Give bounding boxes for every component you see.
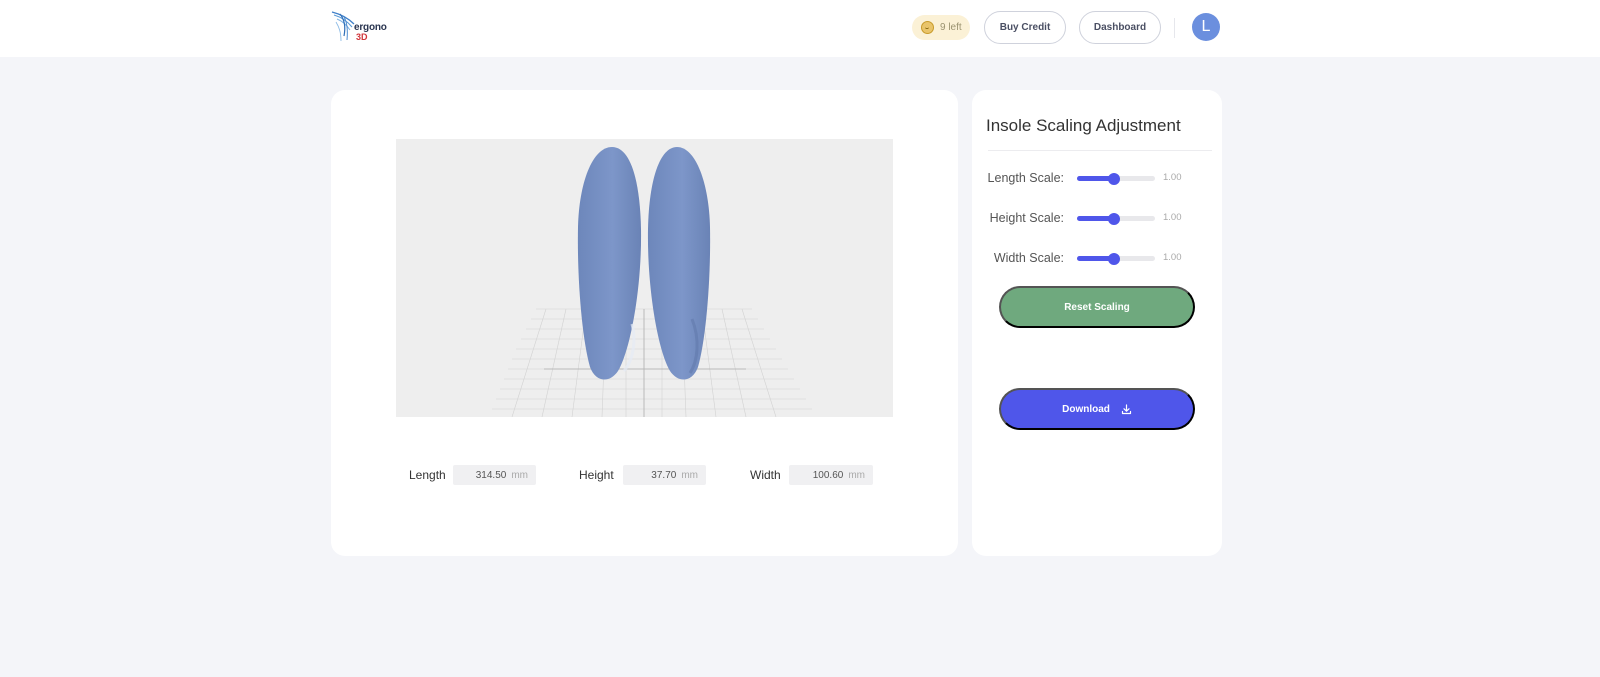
dimensions-row: Length 314.50 mm Height 37.70 mm Width 1… — [331, 465, 958, 487]
width-field: 100.60 mm — [789, 465, 873, 485]
insole-model — [492, 147, 812, 417]
avatar[interactable]: L — [1192, 13, 1220, 41]
header-divider — [1174, 18, 1175, 38]
model-viewer-card: Length 314.50 mm Height 37.70 mm Width 1… — [331, 90, 958, 556]
width-label: Width — [750, 468, 781, 482]
width-value: 100.60 — [812, 469, 844, 481]
height-scale-label: Height Scale: — [989, 211, 1064, 225]
width-scale-thumb[interactable] — [1108, 252, 1121, 265]
reset-scaling-label: Reset Scaling — [1064, 301, 1130, 313]
left-insole — [577, 147, 642, 380]
dashboard-button[interactable]: Dashboard — [1079, 11, 1161, 44]
height-scale-row: Height Scale: 1.00 — [972, 210, 1222, 226]
width-scale-slider[interactable] — [1077, 252, 1155, 265]
logo-sub: 3D — [356, 32, 368, 42]
height-field: 37.70 mm — [623, 465, 706, 485]
height-scale-value: 1.00 — [1163, 212, 1182, 223]
grid-floor — [492, 308, 812, 417]
3d-viewer-canvas[interactable] — [396, 139, 893, 417]
coin-icon — [921, 21, 934, 34]
length-scale-row: Length Scale: 1.00 — [972, 170, 1222, 186]
ergono-3d-logo[interactable]: ergono 3D — [330, 10, 392, 44]
height-label: Height — [579, 468, 614, 482]
top-header: ergono 3D 9 left Buy Credit Dashboard L — [0, 0, 1600, 57]
credits-badge: 9 left — [912, 15, 970, 40]
download-icon — [1121, 403, 1131, 414]
height-unit: mm — [681, 469, 698, 481]
height-scale-thumb[interactable] — [1108, 212, 1121, 225]
panel-divider — [988, 150, 1212, 151]
length-unit: mm — [511, 469, 528, 481]
length-scale-slider[interactable] — [1077, 172, 1155, 185]
length-scale-label: Length Scale: — [987, 171, 1064, 185]
panel-title: Insole Scaling Adjustment — [986, 116, 1181, 135]
download-label: Download — [1062, 403, 1110, 415]
length-value: 314.50 — [475, 469, 507, 481]
right-insole — [647, 147, 711, 380]
width-scale-row: Width Scale: 1.00 — [972, 250, 1222, 266]
height-scale-slider[interactable] — [1077, 212, 1155, 225]
height-value: 37.70 — [651, 469, 677, 481]
download-button[interactable]: Download — [999, 388, 1195, 430]
scaling-panel: Insole Scaling Adjustment Length Scale: … — [972, 90, 1222, 556]
width-unit: mm — [848, 469, 865, 481]
length-scale-thumb[interactable] — [1108, 172, 1121, 185]
length-scale-value: 1.00 — [1163, 172, 1182, 183]
length-field: 314.50 mm — [453, 465, 536, 485]
credits-text: 9 left — [940, 22, 962, 33]
buy-credit-button[interactable]: Buy Credit — [984, 11, 1066, 44]
width-scale-value: 1.00 — [1163, 252, 1182, 263]
width-scale-label: Width Scale: — [993, 251, 1064, 265]
reset-scaling-button[interactable]: Reset Scaling — [999, 286, 1195, 328]
length-label: Length — [409, 468, 446, 482]
